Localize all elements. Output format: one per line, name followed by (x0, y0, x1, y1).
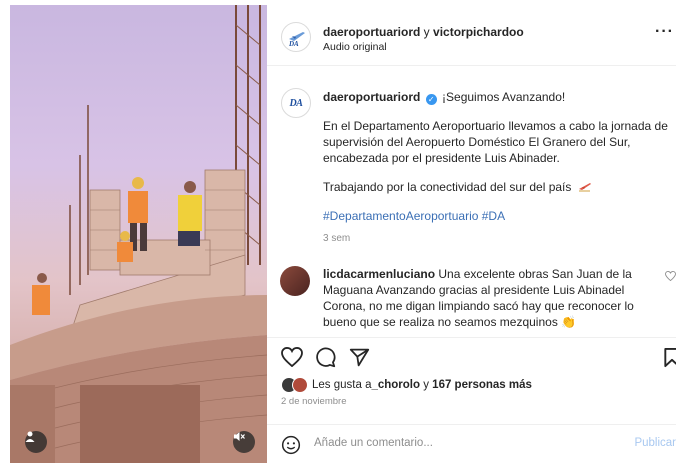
clapping-hands-emoji-icon: 👏 (561, 315, 577, 329)
da-logo: DA (289, 97, 303, 109)
action-bar (267, 337, 676, 378)
username-joiner: y (420, 25, 434, 39)
likes-middle: y (420, 379, 433, 391)
post-time[interactable]: 3 sem (323, 231, 668, 247)
instagram-post-window: DA daeroportuariord y victorpichardoo Au… (0, 0, 676, 463)
likes-user[interactable]: _chorolo (371, 379, 420, 391)
caption-paragraph-2: Trabajando por la conectividad del sur d… (323, 180, 572, 194)
caption-headline: ¡Seguimos Avanzando! (442, 90, 566, 104)
post-video[interactable] (10, 5, 267, 463)
caption-author-avatar[interactable]: DA (281, 88, 311, 118)
audio-link[interactable]: Audio original (323, 41, 387, 53)
collaborator-username[interactable]: victorpichardoo (433, 25, 524, 39)
construction-scene-image (10, 5, 267, 463)
comment-like-heart-icon[interactable] (665, 270, 676, 284)
post-header: DA daeroportuariord y victorpichardoo Au… (267, 5, 676, 66)
airplane-logo-icon: DA (288, 32, 305, 48)
emoji-smiley-icon[interactable] (281, 435, 301, 455)
speaker-muted-icon (234, 432, 245, 441)
post-caption: daeroportuariord ✓ ¡Seguimos Avanzando! … (323, 89, 668, 247)
liker-avatar (292, 377, 308, 393)
comment: licdacarmenluciano Una excelente obras S… (323, 266, 668, 330)
user-tag-button[interactable] (25, 431, 47, 453)
comment-bubble-icon[interactable] (315, 347, 336, 368)
svg-text:DA: DA (288, 40, 299, 48)
like-heart-icon[interactable] (281, 347, 303, 367)
commenter-avatar[interactable] (280, 266, 310, 296)
mute-button[interactable] (233, 431, 255, 453)
caption-hashtags[interactable]: #DepartamentoAeroportuario #DA (323, 208, 668, 224)
author-username[interactable]: daeroportuariord (323, 25, 420, 39)
post-date[interactable]: 2 de noviembre (281, 396, 346, 407)
likes-count[interactable]: 167 personas más (432, 379, 532, 391)
share-paper-plane-icon[interactable] (349, 347, 370, 368)
airplane-emoji-icon (578, 183, 591, 192)
person-icon (25, 431, 35, 442)
caption-paragraph-1: En el Departamento Aeroportuario llevamo… (323, 119, 668, 165)
post-details-panel: DA daeroportuariord y victorpichardoo Au… (267, 5, 676, 463)
more-horizontal-icon[interactable]: ··· (655, 23, 674, 41)
comment-username[interactable]: licdacarmenluciano (323, 267, 435, 281)
comment-composer: Añade un comentario... Publicar (267, 424, 676, 463)
comment-input[interactable]: Añade un comentario... (314, 437, 433, 449)
save-bookmark-icon[interactable] (663, 347, 676, 368)
publish-button[interactable]: Publicar (634, 437, 676, 449)
likes-prefix: Les gusta a (312, 379, 372, 391)
caption-username[interactable]: daeroportuariord (323, 90, 420, 104)
header-usernames[interactable]: daeroportuariord y victorpichardoo (323, 25, 524, 39)
likes-summary[interactable]: Les gusta a _chorolo y 167 personas más (281, 377, 532, 393)
verified-badge-icon: ✓ (425, 94, 437, 105)
author-avatar[interactable]: DA (281, 22, 311, 52)
